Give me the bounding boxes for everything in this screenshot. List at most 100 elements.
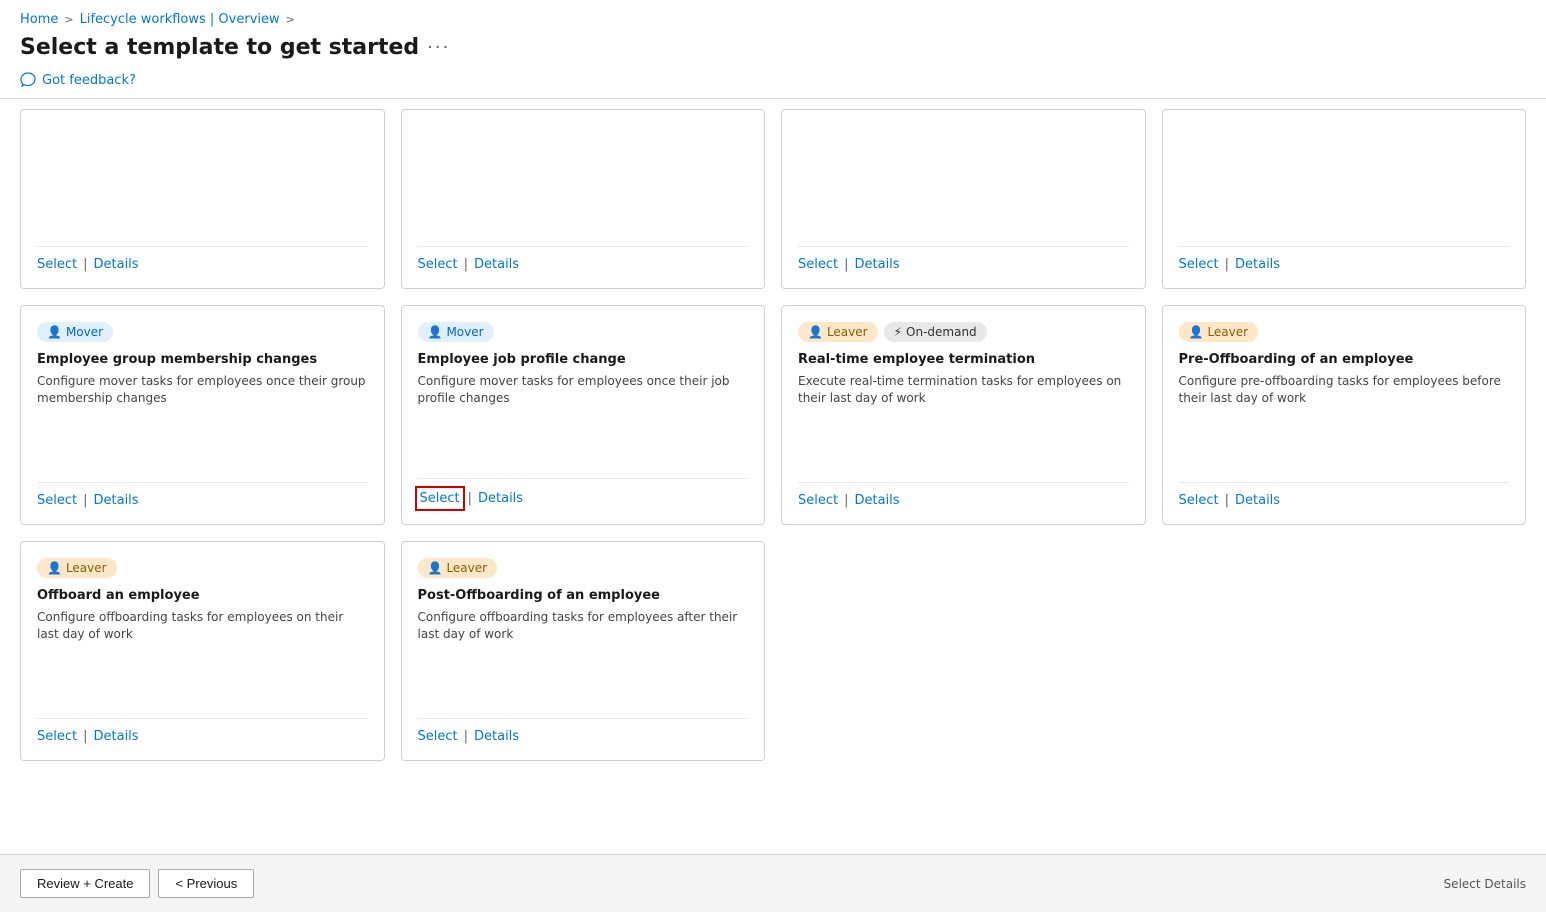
breadcrumb-sep-1: > (64, 13, 73, 26)
card-7-top: 👤 Leaver ⚡ On-demand Real-time employee … (798, 322, 1129, 470)
card-2-top (418, 126, 749, 234)
card-6-tag-mover: 👤 Mover (418, 322, 494, 342)
card-3-footer: Select | Details (798, 246, 1129, 272)
card-10-select[interactable]: Select (418, 729, 458, 744)
card-10-tag-leaver: 👤 Leaver (418, 558, 498, 578)
page-title-row: Select a template to get started ··· (0, 31, 1546, 68)
card-5-title: Employee group membership changes (37, 352, 368, 367)
template-card-7: 👤 Leaver ⚡ On-demand Real-time employee … (781, 305, 1146, 525)
card-9-top: 👤 Leaver Offboard an employee Configure … (37, 558, 368, 706)
card-7-tag-ondemand-label: On-demand (906, 325, 977, 339)
card-7-select[interactable]: Select (798, 493, 838, 508)
card-4-select[interactable]: Select (1179, 257, 1219, 272)
content-area[interactable]: Select | Details Select | Details Select (0, 98, 1546, 854)
card-8-tag-label: Leaver (1207, 325, 1248, 339)
feedback-bar[interactable]: Got feedback? (0, 68, 1546, 98)
card-5-details[interactable]: Details (94, 493, 139, 508)
card-7-tag-ondemand: ⚡ On-demand (884, 322, 987, 342)
card-5-tags: 👤 Mover (37, 322, 368, 342)
breadcrumb-workflows[interactable]: Lifecycle workflows | Overview (80, 12, 280, 27)
card-6-title: Employee job profile change (418, 352, 749, 367)
feedback-icon (20, 72, 36, 88)
ondemand-icon: ⚡ (894, 325, 902, 339)
card-6-tag-label: Mover (446, 325, 483, 339)
card-8-tag-leaver: 👤 Leaver (1179, 322, 1259, 342)
card-5-sep: | (83, 493, 87, 508)
card-2-details[interactable]: Details (474, 257, 519, 272)
card-9-tag-label: Leaver (66, 561, 107, 575)
card-7-details[interactable]: Details (855, 493, 900, 508)
review-create-button[interactable]: Review + Create (20, 869, 150, 898)
template-card-9: 👤 Leaver Offboard an employee Configure … (20, 541, 385, 761)
template-grid-row2: 👤 Mover Employee group membership change… (20, 305, 1526, 525)
card-1-details[interactable]: Details (94, 257, 139, 272)
template-card-1: Select | Details (20, 109, 385, 289)
card-6-footer: Select | Details (418, 478, 749, 508)
template-card-8: 👤 Leaver Pre-Offboarding of an employee … (1162, 305, 1527, 525)
card-8-desc: Configure pre-offboarding tasks for empl… (1179, 373, 1510, 407)
leaver-icon-3: 👤 (47, 561, 62, 575)
card-7-title: Real-time employee termination (798, 352, 1129, 367)
card-2-footer: Select | Details (418, 246, 749, 272)
card-3-sep: | (844, 257, 848, 272)
empty-placeholder-2 (1162, 541, 1527, 761)
leaver-icon: 👤 (808, 325, 823, 339)
card-10-tags: 👤 Leaver (418, 558, 749, 578)
card-4-sep: | (1225, 257, 1229, 272)
mover-icon: 👤 (47, 325, 62, 339)
card-6-top: 👤 Mover Employee job profile change Conf… (418, 322, 749, 466)
card-7-tag-leaver: 👤 Leaver (798, 322, 878, 342)
card-8-title: Pre-Offboarding of an employee (1179, 352, 1510, 367)
card-2-sep: | (464, 257, 468, 272)
card-3-details[interactable]: Details (855, 257, 900, 272)
card-10-tag-label: Leaver (446, 561, 487, 575)
page-title-more-button[interactable]: ··· (427, 37, 450, 58)
card-10-top: 👤 Leaver Post-Offboarding of an employee… (418, 558, 749, 706)
card-4-footer: Select | Details (1179, 246, 1510, 272)
card-1-sep: | (83, 257, 87, 272)
card-8-select[interactable]: Select (1179, 493, 1219, 508)
card-3-select[interactable]: Select (798, 257, 838, 272)
card-4-details[interactable]: Details (1235, 257, 1280, 272)
card-9-details[interactable]: Details (94, 729, 139, 744)
card-6-tags: 👤 Mover (418, 322, 749, 342)
breadcrumb-sep-2: > (286, 13, 295, 26)
page-title: Select a template to get started (20, 35, 419, 60)
card-2-select[interactable]: Select (418, 257, 458, 272)
card-4-top (1179, 126, 1510, 234)
card-5-tag-label: Mover (66, 325, 103, 339)
card-1-select[interactable]: Select (37, 257, 77, 272)
template-card-10: 👤 Leaver Post-Offboarding of an employee… (401, 541, 766, 761)
card-9-sep: | (83, 729, 87, 744)
card-8-tags: 👤 Leaver (1179, 322, 1510, 342)
template-grid-row3: 👤 Leaver Offboard an employee Configure … (20, 541, 1526, 761)
previous-button[interactable]: < Previous (158, 869, 254, 898)
template-card-3: Select | Details (781, 109, 1146, 289)
mover-icon-2: 👤 (428, 325, 443, 339)
card-6-sep: | (468, 491, 472, 506)
leaver-icon-4: 👤 (428, 561, 443, 575)
card-5-select[interactable]: Select (37, 493, 77, 508)
feedback-text: Got feedback? (42, 73, 136, 88)
card-10-details[interactable]: Details (474, 729, 519, 744)
template-card-2: Select | Details (401, 109, 766, 289)
card-9-title: Offboard an employee (37, 588, 368, 603)
template-card-4: Select | Details (1162, 109, 1527, 289)
card-9-desc: Configure offboarding tasks for employee… (37, 609, 368, 643)
card-8-footer: Select | Details (1179, 482, 1510, 508)
breadcrumb-home[interactable]: Home (20, 12, 58, 27)
page-wrapper: Home > Lifecycle workflows | Overview > … (0, 0, 1546, 912)
card-9-tag-leaver: 👤 Leaver (37, 558, 117, 578)
bottom-bar: Review + Create < Previous Select Detail… (0, 854, 1546, 912)
card-9-select[interactable]: Select (37, 729, 77, 744)
card-7-tag-leaver-label: Leaver (827, 325, 868, 339)
card-7-desc: Execute real-time termination tasks for … (798, 373, 1129, 407)
card-6-details[interactable]: Details (478, 491, 523, 506)
step-info: Select Details (1444, 877, 1526, 891)
card-5-footer: Select | Details (37, 482, 368, 508)
card-6-select[interactable]: Select (418, 489, 462, 508)
template-grid-row1: Select | Details Select | Details Select (20, 109, 1526, 289)
card-1-footer: Select | Details (37, 246, 368, 272)
template-card-6: 👤 Mover Employee job profile change Conf… (401, 305, 766, 525)
card-8-details[interactable]: Details (1235, 493, 1280, 508)
